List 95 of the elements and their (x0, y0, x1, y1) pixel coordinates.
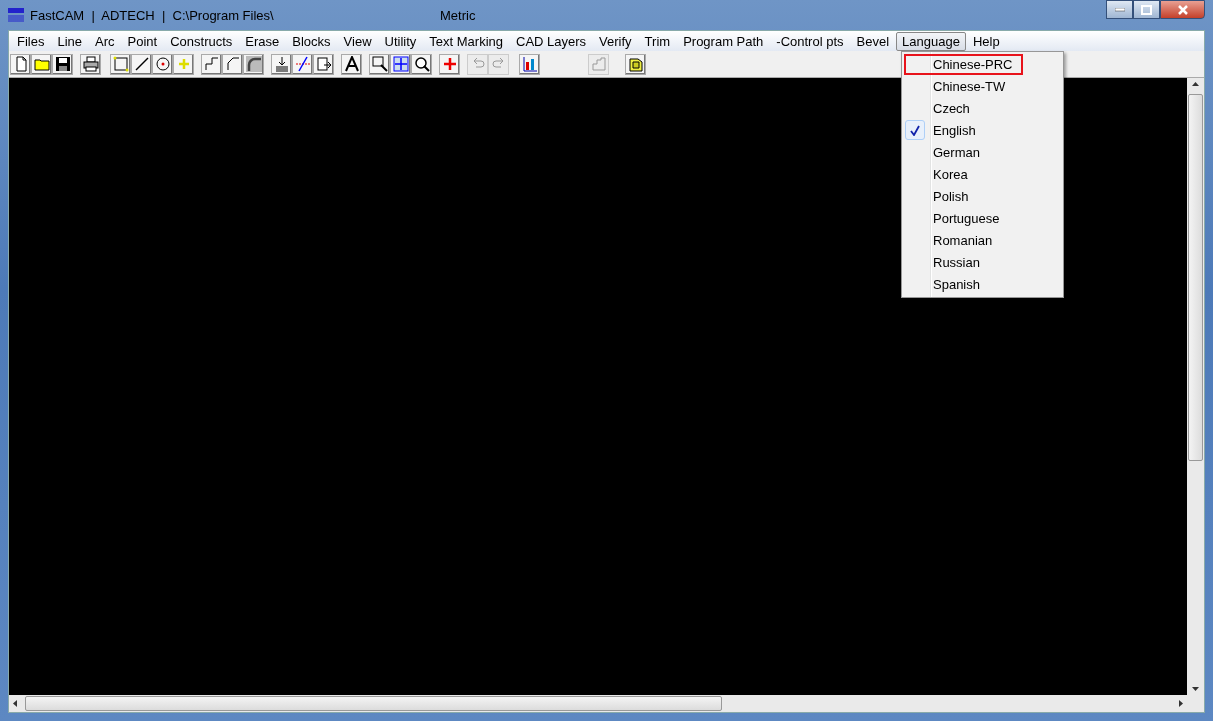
line-icon (133, 56, 150, 72)
language-label: Chinese-TW (933, 77, 1007, 96)
menu-item[interactable]: CAD Layers (510, 31, 593, 51)
zoom-all-icon (392, 56, 409, 72)
language-label: Portuguese (933, 209, 1001, 228)
circle-button[interactable] (152, 53, 173, 75)
menu-item[interactable]: Russian (902, 251, 1063, 273)
right-arrow-icon (1179, 700, 1183, 707)
menu-item[interactable]: Text Marking (423, 31, 509, 51)
menu-item[interactable]: Bevel (850, 31, 896, 51)
language-label: Spanish (933, 275, 981, 294)
fillet-icon (245, 56, 262, 72)
menu-item[interactable]: Line (51, 31, 89, 51)
language-label: Romanian (933, 231, 994, 250)
part-icon (590, 56, 607, 72)
step-line-button[interactable] (201, 53, 222, 75)
split-line-icon (294, 56, 311, 72)
menu-item[interactable]: Trim (638, 31, 677, 51)
text-button[interactable] (341, 53, 362, 75)
save-icon (54, 56, 71, 72)
rectangle-icon (112, 56, 129, 72)
step-line-icon (203, 56, 220, 72)
chart-icon (521, 56, 538, 72)
menu-item[interactable]: Files (11, 31, 51, 51)
menu-item[interactable]: Portuguese (902, 207, 1063, 229)
vertical-scrollbar[interactable] (1187, 78, 1204, 695)
text-icon (343, 56, 360, 72)
maximize-button[interactable] (1133, 0, 1160, 19)
menu-item[interactable]: Chinese-TW (902, 75, 1063, 97)
menu-item[interactable]: View (337, 31, 378, 51)
save-button[interactable] (52, 53, 73, 75)
app-icon (8, 7, 24, 23)
language-label: Czech (933, 99, 971, 118)
language-label: Korea (933, 165, 969, 184)
export-icon (315, 56, 332, 72)
maximize-icon (1141, 4, 1152, 15)
menu-item[interactable]: Utility (378, 31, 423, 51)
close-button[interactable] (1160, 0, 1205, 19)
menu-item[interactable]: Spanish (902, 273, 1063, 295)
plus-button[interactable] (173, 53, 194, 75)
zoom-window-icon (371, 56, 388, 72)
import-icon (273, 56, 290, 72)
new-file-button[interactable] (10, 53, 31, 75)
language-label: English (933, 121, 977, 140)
menu-item[interactable]: Constructs (164, 31, 239, 51)
menu-item[interactable]: Romanian (902, 229, 1063, 251)
up-arrow-icon (1192, 82, 1199, 86)
checkmark-icon (910, 124, 920, 136)
plus-button[interactable] (439, 53, 460, 75)
menu-item[interactable]: Program Path (677, 31, 770, 51)
window-title: FastCAM | ADTECH | C:\Program Files\ (30, 7, 275, 23)
minimize-button[interactable] (1106, 0, 1133, 19)
fillet-button[interactable] (243, 53, 264, 75)
menu-item[interactable]: English (902, 119, 1063, 141)
language-label: Russian (933, 253, 981, 272)
language-label: German (933, 143, 981, 162)
scroll-thumb[interactable] (25, 696, 722, 711)
menu-item[interactable]: Point (121, 31, 164, 51)
export-button[interactable] (313, 53, 334, 75)
horizontal-scrollbar[interactable] (9, 695, 1187, 712)
left-arrow-icon (13, 700, 17, 707)
close-icon (1176, 4, 1189, 15)
units-label: Metric (440, 7, 476, 23)
menu-item[interactable]: Czech (902, 97, 1063, 119)
zoom-all-button[interactable] (390, 53, 411, 75)
zoom-window-button[interactable] (369, 53, 390, 75)
menu-item[interactable]: Korea (902, 163, 1063, 185)
menu-item[interactable]: Verify (593, 31, 638, 51)
menu-item[interactable]: Chinese-PRC (902, 53, 1063, 75)
language-label: Chinese-PRC (904, 53, 1024, 75)
chamfer-button[interactable] (222, 53, 243, 75)
menu-item[interactable]: -Control pts (770, 31, 850, 51)
menu-item[interactable]: Erase (239, 31, 286, 51)
split-line-button[interactable] (292, 53, 313, 75)
zoom-icon (413, 56, 430, 72)
menu-item[interactable]: German (902, 141, 1063, 163)
circle-icon (154, 56, 171, 72)
chamfer-icon (224, 56, 241, 72)
plus-icon (441, 56, 458, 72)
scroll-thumb[interactable] (1188, 94, 1203, 461)
down-arrow-icon (1192, 687, 1199, 691)
menu-item[interactable]: Polish (902, 185, 1063, 207)
language-label: Polish (933, 187, 970, 206)
printer-button[interactable] (80, 53, 101, 75)
line-button[interactable] (131, 53, 152, 75)
chart-button[interactable] (519, 53, 540, 75)
menu-item[interactable]: Language (896, 31, 966, 51)
printer-icon (82, 56, 99, 72)
import-button[interactable] (271, 53, 292, 75)
menu-item[interactable]: Blocks (286, 31, 337, 51)
rectangle-button[interactable] (110, 53, 131, 75)
zoom-button[interactable] (411, 53, 432, 75)
menu-item[interactable]: Arc (89, 31, 121, 51)
minimize-icon (1114, 7, 1125, 12)
menu-item[interactable]: Help (966, 31, 1006, 51)
